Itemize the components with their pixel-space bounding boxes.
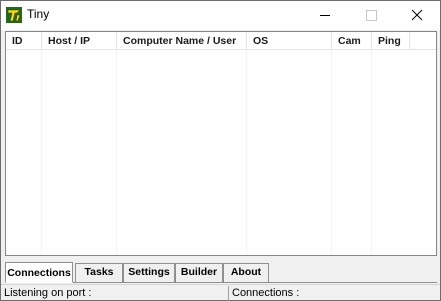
column-divider	[246, 50, 247, 255]
connections-list[interactable]: ID Host / IP Computer Name / User OS Cam…	[5, 31, 437, 256]
window-title: Tiny	[27, 7, 50, 21]
column-header-computer-name[interactable]: Computer Name / User	[117, 32, 247, 50]
column-header-cam[interactable]: Cam	[332, 32, 372, 50]
tab-strip: Connections Tasks Settings Builder About	[5, 262, 437, 283]
column-header-host[interactable]: Host / IP	[42, 32, 117, 50]
tab-settings[interactable]: Settings	[123, 263, 175, 282]
tab-connections[interactable]: Connections	[5, 262, 73, 283]
column-divider	[371, 50, 372, 255]
maximize-button[interactable]	[348, 1, 394, 30]
column-header-os[interactable]: OS	[247, 32, 332, 50]
status-bar: Listening on port : Connections :	[1, 284, 440, 301]
status-connections-count: Connections :	[232, 287, 300, 299]
tab-builder[interactable]: Builder	[175, 263, 223, 282]
list-header: ID Host / IP Computer Name / User OS Cam…	[6, 32, 436, 50]
app-logo-icon	[5, 6, 23, 24]
column-header-ping[interactable]: Ping	[372, 32, 410, 50]
title-bar[interactable]: Tiny	[1, 1, 440, 30]
close-icon	[411, 9, 423, 21]
column-divider	[331, 50, 332, 255]
column-divider	[116, 50, 117, 255]
column-header-id[interactable]: ID	[6, 32, 42, 50]
minimize-button[interactable]	[302, 1, 348, 30]
status-listening-port: Listening on port :	[4, 287, 92, 299]
column-divider	[41, 50, 42, 255]
minimize-icon	[320, 15, 330, 16]
main-window: Tiny ID Host / IP Computer Name / User O…	[0, 0, 441, 301]
close-button[interactable]	[394, 1, 440, 30]
tab-tasks[interactable]: Tasks	[75, 263, 123, 282]
maximize-icon	[366, 10, 377, 21]
tab-about[interactable]: About	[223, 263, 269, 282]
